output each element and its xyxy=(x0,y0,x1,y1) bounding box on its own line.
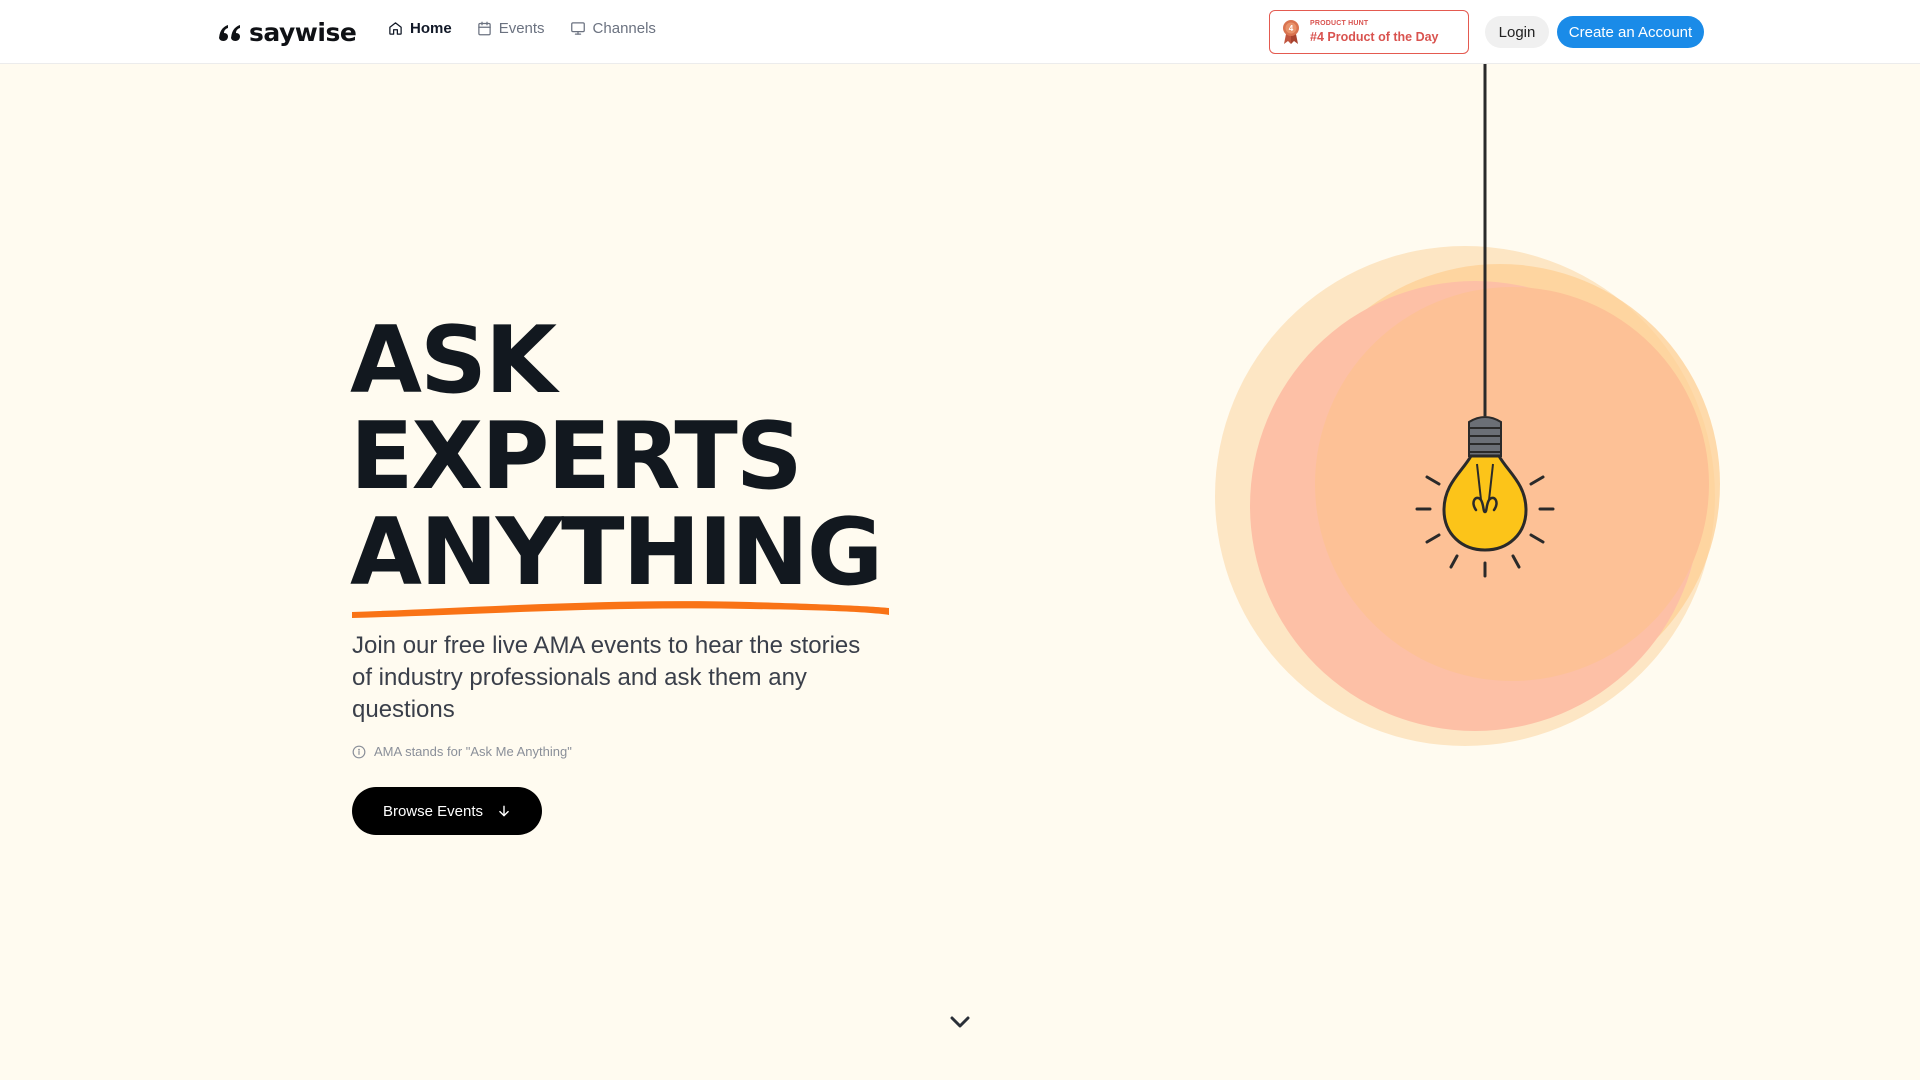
hero-underline-stroke xyxy=(352,601,889,618)
top-navbar: saywise Home Events Channels 4 PRODUCT H… xyxy=(0,0,1920,64)
browse-events-label: Browse Events xyxy=(382,802,484,820)
hero-title-line-3: ANYTHING xyxy=(350,498,883,606)
nav-item-events[interactable]: Events xyxy=(477,20,545,37)
quote-mark-icon xyxy=(219,25,240,41)
monitor-icon xyxy=(570,22,585,35)
product-hunt-badge[interactable]: 4 PRODUCT HUNT #4 Product of the Day xyxy=(1269,10,1469,54)
hero-title-line-2: EXPERTS xyxy=(350,402,803,510)
nav-item-label: Channels xyxy=(592,20,656,37)
brand-logo[interactable]: saywise xyxy=(217,14,357,50)
login-button[interactable]: Login xyxy=(1485,16,1549,48)
info-icon xyxy=(352,745,366,758)
main-nav: Home Events Channels xyxy=(388,20,656,37)
lightbulb-illustration xyxy=(1215,64,1720,746)
medal-number: 4 xyxy=(1289,24,1294,33)
nav-item-home[interactable]: Home xyxy=(388,20,452,37)
nav-item-label: Events xyxy=(498,20,545,37)
brand-name: saywise xyxy=(249,17,357,47)
hero-title-line-1: ASK xyxy=(350,306,557,414)
medal-icon: 4 xyxy=(1283,20,1299,44)
ama-note: AMA stands for "Ask Me Anything" xyxy=(352,744,572,759)
product-hunt-label: PRODUCT HUNT xyxy=(1310,20,1369,28)
ama-note-text: AMA stands for "Ask Me Anything" xyxy=(374,744,572,759)
hero-title: ASK EXPERTS ANYTHING xyxy=(350,306,883,606)
home-icon xyxy=(389,22,402,35)
hero-subtitle: Join our free live AMA events to hear th… xyxy=(352,632,861,723)
arrow-down-icon xyxy=(499,805,509,817)
calendar-icon xyxy=(477,21,491,36)
product-hunt-rank: #4 Product of the Day xyxy=(1310,30,1439,45)
product-hunt-text: PRODUCT HUNT #4 Product of the Day xyxy=(1310,20,1439,44)
nav-item-label: Home xyxy=(410,20,452,37)
browse-events-button[interactable]: Browse Events xyxy=(352,787,542,835)
create-account-button[interactable]: Create an Account xyxy=(1557,16,1704,48)
nav-item-channels[interactable]: Channels xyxy=(570,20,656,37)
chevron-down-icon[interactable] xyxy=(948,1010,972,1034)
